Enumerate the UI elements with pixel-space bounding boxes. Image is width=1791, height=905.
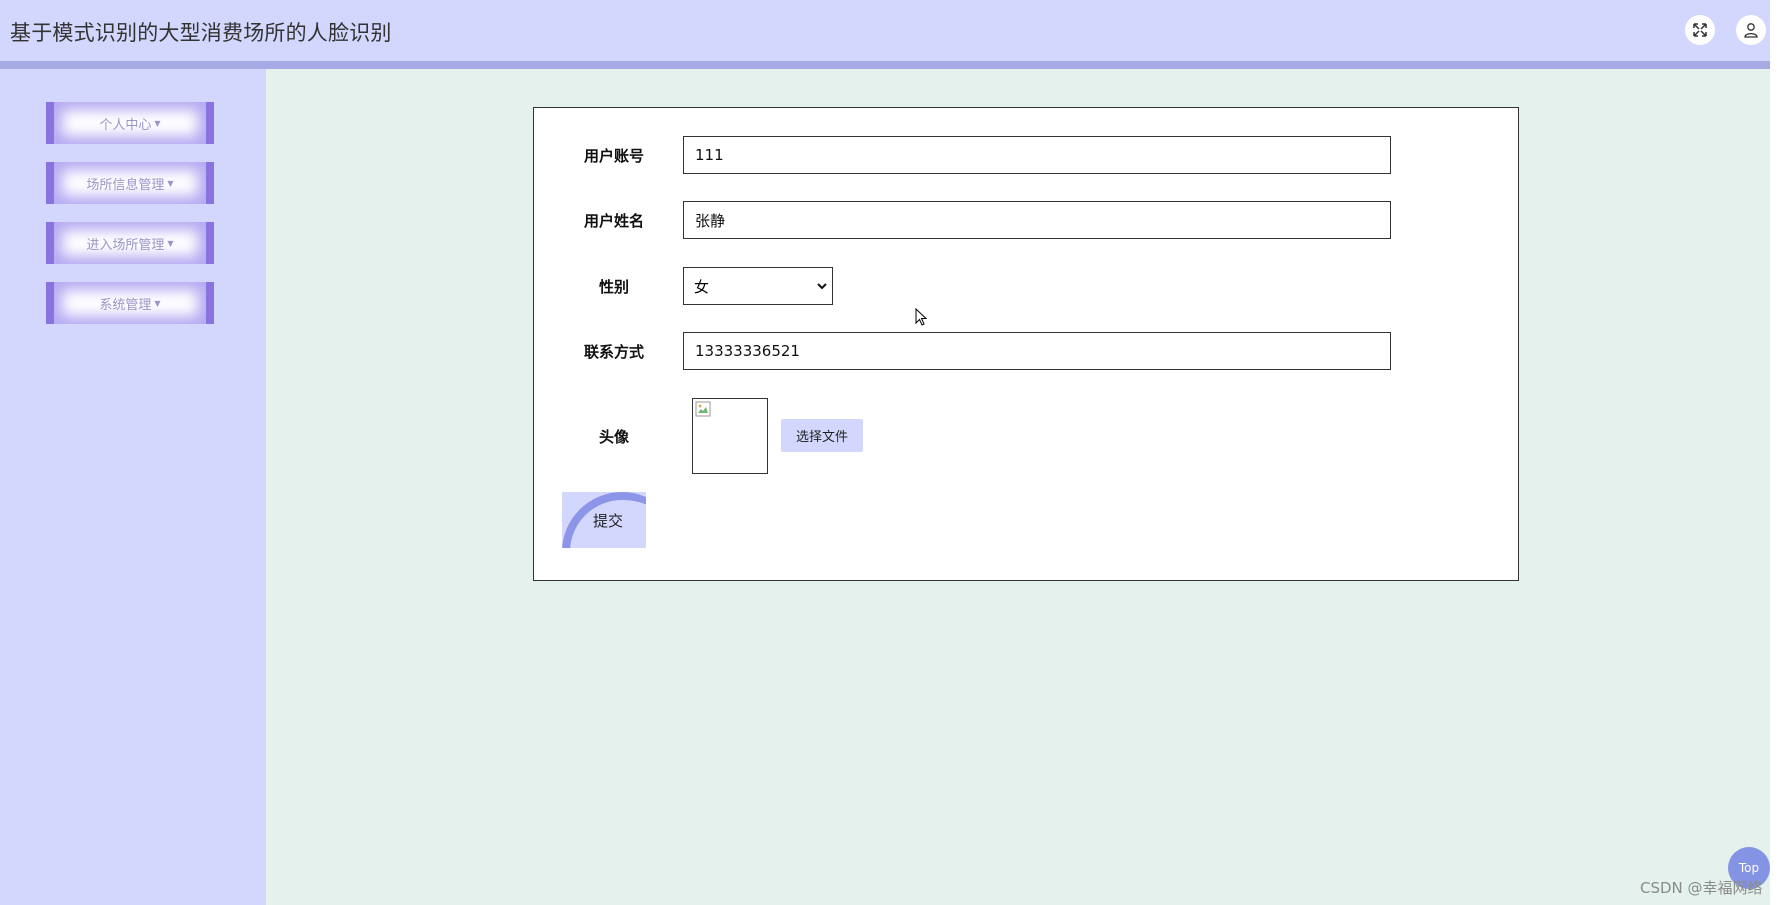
broken-image-icon: [695, 401, 711, 417]
sidebar-item-venue-entry[interactable]: 进入场所管理 ▼: [46, 222, 214, 264]
submit-label: 提交: [592, 511, 623, 530]
submit-button[interactable]: 提交: [562, 492, 646, 548]
mouse-cursor-icon: [915, 307, 929, 332]
sidebar-item-system[interactable]: 系统管理 ▼: [46, 282, 214, 324]
fullscreen-button[interactable]: [1685, 15, 1715, 45]
sidebar-item-label: 进入场所管理: [86, 237, 165, 253]
user-icon: [1744, 23, 1758, 38]
caret-down-icon: ▼: [154, 298, 161, 308]
avatar-preview: [692, 398, 768, 474]
account-field[interactable]: [683, 136, 1391, 174]
caret-down-icon: ▼: [167, 238, 174, 248]
account-label: 用户账号: [583, 147, 644, 165]
sidebar-item-venue-info[interactable]: 场所信息管理 ▼: [46, 162, 214, 204]
expand-icon: [1693, 23, 1707, 37]
sidebar-item-label: 个人中心: [99, 117, 152, 133]
avatar-label: 头像: [598, 428, 629, 446]
sidebar-item-label: 系统管理: [99, 297, 152, 313]
phone-field[interactable]: [683, 332, 1391, 370]
choose-file-button[interactable]: 选择文件: [781, 419, 863, 452]
header-divider: [0, 61, 1770, 69]
sidebar-item-personal-center[interactable]: 个人中心 ▼: [46, 102, 214, 144]
watermark: CSDN @幸福网络: [1640, 879, 1763, 897]
caret-down-icon: ▼: [154, 118, 161, 128]
gender-label: 性别: [598, 278, 629, 296]
gender-value: 女: [694, 277, 710, 296]
gender-select[interactable]: 女: [683, 267, 833, 305]
sidebar-item-label: 场所信息管理: [86, 177, 165, 193]
sidebar: 个人中心 ▼ 场所信息管理 ▼ 进入场所管理 ▼ 系统管理 ▼: [0, 69, 266, 905]
app-header: 基于模式识别的大型消费场所的人脸识别: [0, 0, 1770, 61]
user-menu-button[interactable]: [1736, 15, 1766, 45]
profile-form: 用户账号 用户姓名 性别 女 联系方式 头像 选择文件 提交: [533, 107, 1519, 581]
app-title: 基于模式识别的大型消费场所的人脸识别: [10, 21, 392, 45]
window-edge: [1784, 0, 1791, 905]
name-field[interactable]: [683, 201, 1391, 239]
phone-label: 联系方式: [583, 343, 644, 361]
chevron-down-icon: [817, 283, 827, 290]
caret-down-icon: ▼: [167, 178, 174, 188]
name-label: 用户姓名: [583, 212, 644, 230]
